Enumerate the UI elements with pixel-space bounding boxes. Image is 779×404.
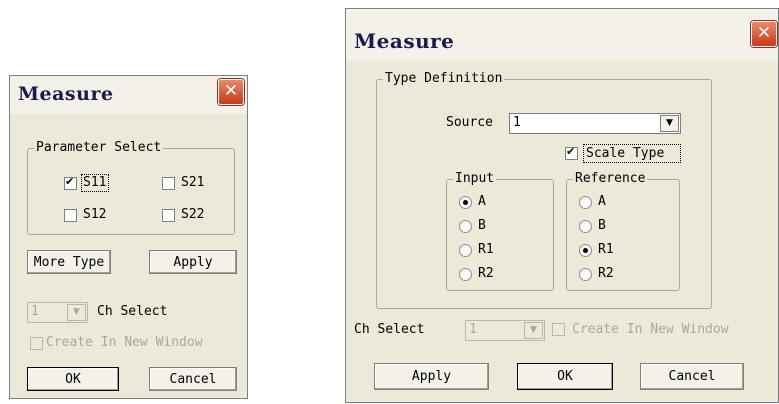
create-new-window-checkbox[interactable]: [552, 323, 565, 336]
input-b-radio[interactable]: [459, 220, 472, 233]
title-bar: Measure ✕: [10, 76, 247, 114]
ch-select-value: 1: [31, 304, 39, 319]
create-new-window-label: Create In New Window: [572, 322, 729, 337]
create-new-window-label: Create In New Window: [46, 335, 203, 350]
input-b-label[interactable]: B: [478, 218, 486, 233]
input-a-label[interactable]: A: [478, 194, 486, 209]
reference-b-label[interactable]: B: [598, 218, 606, 233]
reference-r1-radio[interactable]: [579, 244, 592, 257]
ok-button[interactable]: OK: [27, 367, 119, 391]
input-a-radio[interactable]: [459, 196, 472, 209]
s12-checkbox[interactable]: [64, 209, 77, 222]
source-combo[interactable]: 1 ▼: [509, 113, 681, 134]
scale-type-focus-rect: [583, 144, 681, 163]
input-r1-radio[interactable]: [459, 244, 472, 257]
reference-group-legend: Reference: [575, 171, 646, 186]
reference-a-radio[interactable]: [579, 196, 592, 209]
dialog-title: Measure: [354, 29, 455, 53]
ch-select-combo[interactable]: 1 ▼: [465, 320, 545, 341]
s12-label[interactable]: S12: [83, 207, 106, 222]
input-group-legend: Input: [455, 171, 495, 186]
ch-select-label: Ch Select: [97, 304, 168, 319]
chevron-down-icon: ▼: [524, 322, 543, 339]
input-r1-label[interactable]: R1: [478, 242, 494, 257]
scale-type-checkbox[interactable]: [565, 145, 578, 160]
s11-focus-rect: [81, 174, 109, 192]
apply-button[interactable]: Apply: [374, 363, 489, 390]
reference-a-label[interactable]: A: [598, 194, 606, 209]
title-bar: Measure ✕: [346, 9, 778, 61]
create-new-window-checkbox[interactable]: [30, 337, 43, 350]
dialog-title: Measure: [18, 83, 114, 105]
s11-checkbox[interactable]: [64, 175, 77, 190]
input-r2-label[interactable]: R2: [478, 266, 494, 281]
s22-label[interactable]: S22: [181, 207, 204, 222]
chevron-down-icon: ▼: [660, 115, 679, 132]
ch-select-label: Ch Select: [354, 322, 425, 337]
close-button[interactable]: ✕: [218, 79, 244, 105]
reference-r2-label[interactable]: R2: [598, 266, 614, 281]
parameter-select-legend: Parameter Select: [36, 140, 162, 155]
close-icon: ✕: [223, 81, 239, 101]
reference-r2-radio[interactable]: [579, 268, 592, 281]
chevron-down-icon: ▼: [67, 304, 86, 321]
source-value: 1: [513, 115, 521, 130]
ok-button[interactable]: OK: [517, 363, 613, 390]
cancel-button[interactable]: Cancel: [149, 367, 237, 391]
ch-select-value: 1: [469, 322, 477, 337]
s21-label[interactable]: S21: [181, 175, 204, 190]
measure-dialog-large: Measure ✕ Type Definition Source 1 ▼ Sca…: [345, 8, 779, 403]
more-type-button[interactable]: More Type: [27, 250, 111, 274]
ch-select-combo[interactable]: 1 ▼: [27, 302, 88, 323]
input-r2-radio[interactable]: [459, 268, 472, 281]
s21-checkbox[interactable]: [162, 177, 175, 190]
reference-b-radio[interactable]: [579, 220, 592, 233]
source-label: Source: [446, 115, 493, 130]
close-icon: ✕: [756, 23, 772, 43]
cancel-button[interactable]: Cancel: [640, 363, 744, 390]
s22-checkbox[interactable]: [162, 209, 175, 222]
measure-dialog-small: Measure ✕ Parameter Select S11 S21 S12 S…: [9, 75, 248, 399]
reference-r1-label[interactable]: R1: [598, 242, 614, 257]
type-definition-legend: Type Definition: [385, 71, 503, 86]
close-button[interactable]: ✕: [751, 21, 777, 47]
apply-button[interactable]: Apply: [149, 250, 237, 274]
